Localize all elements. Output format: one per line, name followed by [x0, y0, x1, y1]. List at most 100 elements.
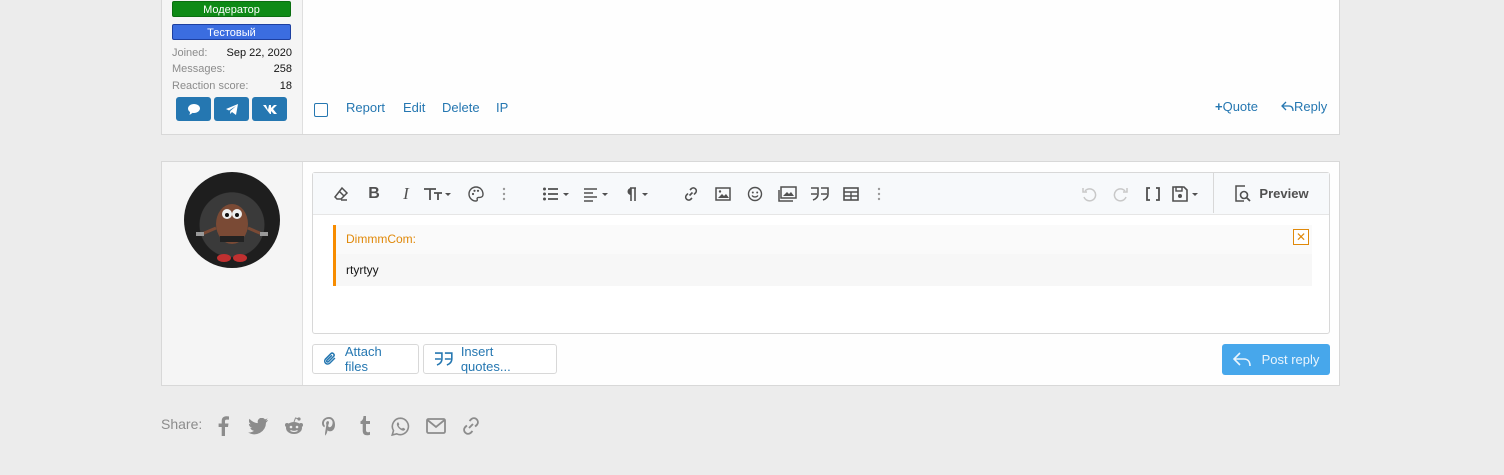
stat-key: Joined: [172, 47, 208, 59]
tumblr-icon [360, 416, 370, 436]
quote-text: rtyrtyy [346, 263, 379, 277]
undo-button[interactable] [1080, 184, 1098, 204]
list-icon [543, 187, 569, 201]
bold-button[interactable]: B [365, 184, 383, 204]
message-editor: B I Preview DimmmCom: rtyrtyy ✕ [312, 172, 1330, 334]
preview-icon [1235, 184, 1252, 202]
vk-button[interactable] [252, 97, 287, 121]
share-tumblr-button[interactable] [354, 415, 376, 437]
avatar[interactable] [184, 172, 280, 268]
edit-link[interactable]: Edit [403, 100, 425, 116]
quote-block[interactable]: DimmmCom: rtyrtyy ✕ [333, 225, 1312, 286]
reddit-icon [285, 417, 303, 434]
preview-button[interactable]: Preview [1213, 173, 1329, 213]
insert-quotes-button[interactable]: Insert quotes... [423, 344, 557, 374]
link-icon [463, 417, 479, 435]
paragraph-button[interactable] [623, 184, 651, 204]
share-whatsapp-button[interactable] [389, 415, 411, 437]
quote-icon [810, 187, 829, 201]
chat-button[interactable] [176, 97, 211, 121]
share-pinterest-button[interactable] [318, 415, 340, 437]
smilie-icon [747, 186, 763, 202]
stat-value: 18 [279, 80, 292, 92]
chat-icon [187, 103, 200, 115]
share-twitter-button[interactable] [247, 415, 269, 437]
reply-link[interactable]: Reply [1281, 99, 1327, 115]
italic-icon: I [403, 184, 409, 203]
share-email-button[interactable] [425, 415, 447, 437]
whatsapp-icon [390, 416, 409, 436]
twitter-icon [247, 417, 268, 434]
color-button[interactable] [467, 184, 485, 204]
undo-icon [1082, 188, 1097, 202]
pinterest-icon [322, 417, 335, 436]
attach-files-label: Attach files [344, 344, 382, 374]
table-button[interactable] [842, 184, 860, 204]
paragraph-icon [627, 187, 648, 201]
stat-key: Messages: [172, 63, 226, 75]
reply-icon [1281, 101, 1294, 112]
quote-button[interactable] [809, 184, 829, 204]
stat-value: 258 [273, 63, 292, 75]
quote-link[interactable]: +Quote [1215, 99, 1258, 115]
avatar-image [196, 204, 268, 262]
post-reply-button[interactable]: Post reply [1222, 344, 1330, 375]
more-icon [877, 187, 881, 201]
redo-icon [1113, 188, 1128, 202]
reply-icon [1232, 352, 1251, 367]
more-text-options-button[interactable] [500, 184, 508, 204]
quote-icon [434, 352, 453, 366]
telegram-button[interactable] [214, 97, 249, 121]
link-button[interactable] [682, 184, 700, 204]
share-reddit-button[interactable] [283, 415, 305, 437]
italic-button[interactable]: I [397, 184, 415, 204]
align-button[interactable] [583, 184, 611, 204]
paperclip-icon [323, 352, 336, 365]
share-facebook-button[interactable] [212, 415, 234, 437]
delete-link[interactable]: Delete [442, 100, 480, 116]
smilie-button[interactable] [746, 184, 764, 204]
image-button[interactable] [714, 184, 732, 204]
reply-user-column [162, 162, 303, 385]
drafts-icon [1172, 186, 1198, 202]
ip-link[interactable]: IP [496, 100, 508, 116]
drafts-button[interactable] [1172, 184, 1202, 204]
align-icon [584, 188, 608, 202]
more-insert-options-button[interactable] [875, 184, 883, 204]
report-link[interactable]: Report [346, 100, 385, 116]
facebook-icon [218, 416, 229, 436]
stat-reaction-score: Reaction score: 18 [172, 80, 292, 96]
telegram-icon [225, 103, 238, 115]
post-user-column: Модератор Тестовый Joined: Sep 22, 2020 … [162, 0, 303, 134]
share-label: Share: [161, 416, 203, 432]
eraser-icon [334, 186, 349, 201]
preview-label: Preview [1259, 185, 1309, 201]
select-post-checkbox[interactable] [314, 103, 328, 117]
font-size-button[interactable] [423, 184, 453, 204]
table-icon [843, 187, 859, 201]
media-button[interactable] [777, 184, 797, 204]
post-card: Модератор Тестовый Joined: Sep 22, 2020 … [161, 0, 1340, 135]
toggle-bbcode-button[interactable] [1144, 184, 1162, 204]
link-icon [684, 187, 698, 201]
plus-icon: + [1215, 99, 1223, 114]
share-link-button[interactable] [460, 415, 482, 437]
close-icon: ✕ [1295, 230, 1307, 244]
test-banner: Тестовый [172, 24, 291, 40]
remove-quote-button[interactable]: ✕ [1293, 229, 1309, 245]
font-size-icon [424, 188, 451, 200]
stat-key: Reaction score: [172, 80, 249, 92]
quick-reply-card: B I Preview DimmmCom: rtyrtyy ✕ Attach f… [161, 161, 1340, 386]
reply-label: Reply [1294, 99, 1328, 114]
list-button[interactable] [542, 184, 572, 204]
redo-button[interactable] [1112, 184, 1130, 204]
moderator-banner: Модератор [172, 1, 291, 17]
stat-joined: Joined: Sep 22, 2020 [172, 47, 292, 63]
clear-formatting-button[interactable] [332, 184, 350, 204]
attach-files-button[interactable]: Attach files [312, 344, 419, 374]
bbcode-icon [1146, 187, 1160, 201]
more-icon [502, 187, 506, 201]
palette-icon [468, 186, 484, 202]
insert-quotes-label: Insert quotes... [460, 344, 511, 374]
quote-author: DimmmCom: [336, 225, 1312, 254]
